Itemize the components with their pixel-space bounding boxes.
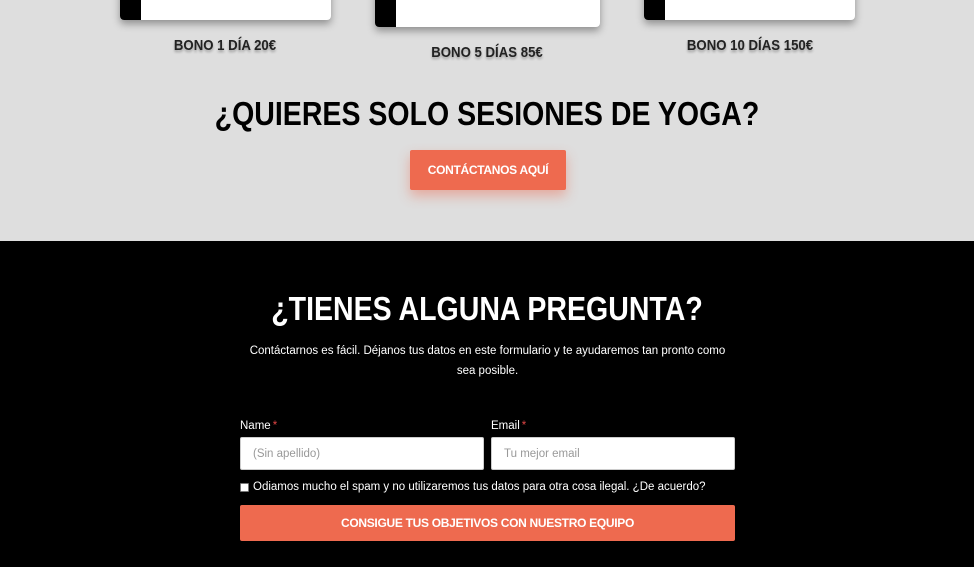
name-label-text: Name (240, 420, 271, 432)
contact-description-line-2: sea posible. (456, 364, 519, 377)
consent-checkbox[interactable] (240, 482, 249, 492)
yoga-heading: ¿QUIERES SOLO SESIONES DE YOGA? (214, 94, 760, 133)
submit-button[interactable]: CONSIGUE TUS OBJETIVOS CON NUESTRO EQUIP… (240, 505, 735, 541)
consent-text: Odiamos mucho el spam y no utilizaremos … (253, 481, 706, 493)
contact-heading: ¿TIENES ALGUNA PREGUNTA? (271, 289, 703, 328)
pricing-card-2-label: BONO 5 DÍAS 85€ (431, 44, 543, 61)
pricing-card-2[interactable] (375, 0, 600, 27)
card-image-strip (375, 0, 396, 27)
pricing-section: BONO 1 DÍA 20€ BONO 5 DÍAS 85€ BONO 10 D… (0, 0, 974, 241)
pricing-card-3[interactable] (644, 0, 855, 20)
card-image-strip (644, 0, 665, 20)
required-asterisk: * (272, 420, 278, 432)
email-input[interactable] (491, 437, 735, 470)
card-image-strip (120, 0, 141, 20)
required-asterisk: * (521, 420, 527, 432)
name-input[interactable] (240, 437, 484, 470)
contact-us-button[interactable]: CONTÁCTANOS AQUÍ (410, 150, 566, 190)
email-label: Email * (491, 420, 526, 432)
email-label-text: Email (491, 420, 520, 432)
pricing-card-3-label: BONO 10 DÍAS 150€ (686, 37, 814, 54)
pricing-card-1[interactable] (120, 0, 331, 20)
contact-description-line-1: Contáctarnos es fácil. Déjanos tus datos… (249, 345, 726, 357)
consent-row: Odiamos mucho el spam y no utilizaremos … (240, 481, 706, 493)
name-label: Name * (240, 420, 277, 432)
contact-description: Contáctarnos es fácil. Déjanos tus datos… (240, 342, 735, 381)
contact-section: ¿TIENES ALGUNA PREGUNTA? Contáctarnos es… (0, 241, 974, 567)
pricing-card-1-label: BONO 1 DÍA 20€ (173, 37, 277, 54)
